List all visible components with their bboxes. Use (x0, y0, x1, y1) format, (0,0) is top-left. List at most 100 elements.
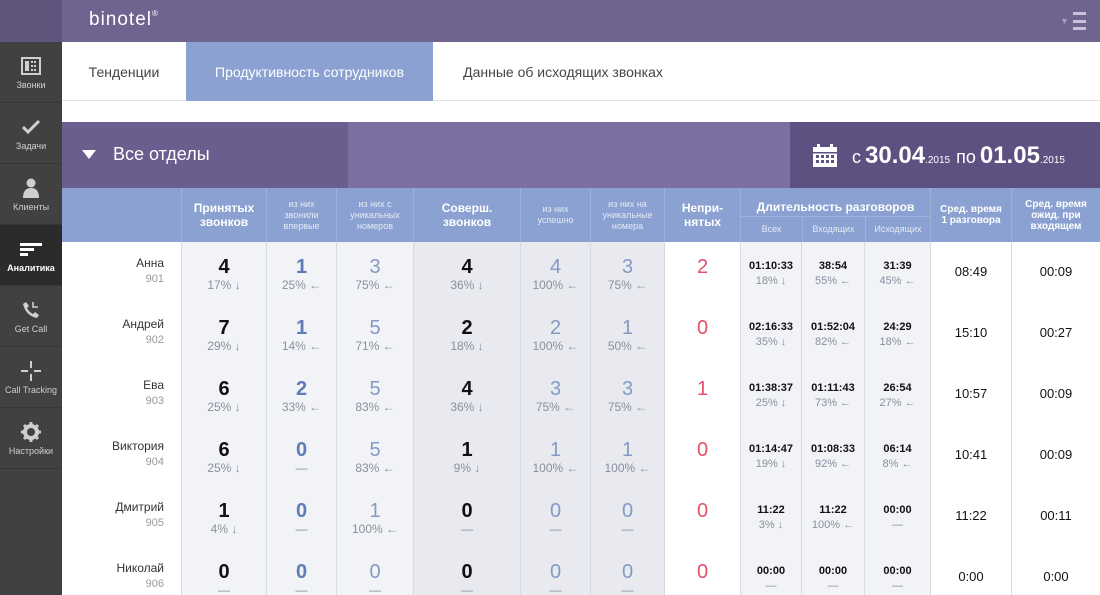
header-divider (802, 216, 803, 242)
muniq-percent: 75% ← (607, 278, 648, 292)
header-divider (865, 216, 866, 242)
header-avg-wait[interactable]: Сред. время ожид. при входящем (1012, 188, 1100, 242)
header-avg-talk[interactable]: Сред. время 1 разговора (931, 188, 1012, 242)
table-row[interactable]: Дмитрий 905 1 4% ↓ 0—1 100% ← 0—0—0—0 11:22 3% ↓… (62, 486, 1100, 547)
header-divider (741, 216, 930, 217)
avg-talk-value: 0:00 (958, 569, 984, 584)
date-to-year: .2015 (1039, 155, 1065, 166)
header-made-success[interactable]: из них успешно (521, 188, 591, 242)
date-from-year: .2015 (925, 155, 951, 166)
header-dur-out[interactable]: Исходящих (865, 224, 931, 234)
muniq-cell: 1 50% ← (591, 303, 665, 364)
header-label: из них на уникальные номера (602, 198, 653, 231)
date-to-word: по (956, 147, 976, 167)
tab-outgoing-calls[interactable]: Данные об исходящих звонках (433, 42, 693, 101)
header-accepted[interactable]: Принятых звонков (182, 188, 267, 242)
sidebar-item-settings[interactable]: Настройки (0, 408, 62, 469)
sidebar-item-label: Задачи (15, 140, 47, 151)
calendar-icon (813, 144, 837, 167)
d_all-cell: 00:00 — (741, 547, 802, 595)
table-row[interactable]: Анна 901 4 17% ↓ 1 25% ← 3 75% ← 4 36% ↓ 4 100% ← 3 7… (62, 242, 1100, 303)
uniq-percent: 71% ← (355, 339, 395, 353)
d_in-percent: 100% ← (811, 519, 855, 531)
d_out-percent: 8% ← (882, 458, 913, 470)
succ-percent: — (549, 522, 562, 536)
d_all-percent: 3% ↓ (758, 519, 784, 531)
d_all-value: 02:16:33 (748, 321, 794, 333)
acc-value: 0 (218, 561, 230, 583)
succ-value: 1 (549, 439, 562, 461)
user-icon (22, 177, 40, 199)
menu-button[interactable]: ▼ (1060, 12, 1086, 30)
first-value: 0 (295, 439, 308, 461)
avg-wait-cell: 00:09 (1012, 425, 1100, 486)
muniq-percent: 50% ← (607, 339, 648, 353)
department-label: Все отделы (113, 144, 210, 164)
succ-cell: 4 100% ← (521, 242, 591, 303)
header-dur-in[interactable]: Входящих (802, 224, 865, 234)
header-dur-all[interactable]: Всех (741, 224, 802, 234)
sidebar-item-clients[interactable]: Клиенты (0, 164, 62, 225)
employee-cell: Ева 903 (62, 364, 182, 425)
sidebar-item-tasks[interactable]: Задачи (0, 103, 62, 164)
d_all-percent: — (765, 580, 777, 592)
header-missed[interactable]: Непри-нятых (665, 188, 741, 242)
tab-trends[interactable]: Тенденции (62, 42, 186, 101)
employee-name: Дмитрий (115, 500, 164, 514)
tab-employee-productivity[interactable]: Продуктивность сотрудников (186, 42, 433, 101)
d_all-cell: 01:38:37 25% ↓ (741, 364, 802, 425)
employee-ext: 906 (145, 578, 164, 590)
d_out-cell: 00:00 — (865, 486, 931, 547)
sidebar-item-analytics[interactable]: Аналитика (0, 225, 62, 286)
header-accepted-unique[interactable]: из них с уникальных номеров (337, 188, 414, 242)
employee-cell: Виктория 904 (62, 425, 182, 486)
logo[interactable]: binotel® (89, 9, 159, 31)
made-value: 0 (461, 500, 473, 522)
d_in-value: 01:08:33 (810, 443, 856, 455)
sidebar-item-calls[interactable]: Звонки (0, 42, 62, 103)
date-to: 01.05 (979, 142, 1040, 169)
department-selector[interactable]: Все отделы (62, 122, 348, 188)
made-cell: 0— (414, 547, 521, 595)
muniq-cell: 3 75% ← (591, 364, 665, 425)
top-bar: binotel® ▼ (0, 0, 1100, 42)
d_out-percent: 45% ← (879, 275, 916, 287)
sidebar-item-call-tracking[interactable]: Call Tracking (0, 347, 62, 408)
employee-ext: 905 (145, 517, 164, 529)
missed-cell: 0 (665, 303, 741, 364)
header-made-unique[interactable]: из них на уникальные номера (591, 188, 665, 242)
avg-wait-cell: 00:11 (1012, 486, 1100, 547)
header-duration: Длительность разговоров Всех Входящих Ис… (741, 188, 931, 242)
table-row[interactable]: Андрей 902 7 29% ↓ 1 14% ← 5 71% ← 2 18% ↓ 2 100% ←… (62, 303, 1100, 364)
d_in-percent: 73% ← (814, 397, 852, 409)
missed-value: 0 (696, 317, 709, 339)
uniq-percent: — (369, 583, 381, 595)
d_in-cell: 11:22 100% ← (802, 486, 865, 547)
table-row[interactable]: Виктория 904 6 25% ↓ 0—5 83% ← 1 9% ↓ 1 100% ← 1 10… (62, 425, 1100, 486)
employee-name: Ева (143, 378, 164, 392)
first-value: 0 (295, 561, 308, 583)
d_all-value: 00:00 (756, 565, 786, 577)
d_all-value: 01:14:47 (748, 443, 794, 455)
avg-wait-value: 0:00 (1043, 569, 1069, 584)
header-accepted-first[interactable]: из них звонили впервые (267, 188, 337, 242)
d_all-value: 01:38:37 (748, 382, 794, 394)
logo-mark: ® (152, 9, 159, 18)
tab-label: Данные об исходящих звонках (463, 64, 663, 80)
date-range-picker[interactable]: с 30.04 .2015 по 01.05 .2015 (790, 122, 1100, 188)
uniq-cell: 5 83% ← (337, 425, 414, 486)
header-duration-title: Длительность разговоров (756, 200, 915, 214)
acc-percent: 29% ↓ (207, 339, 241, 353)
logo-text: binotel (89, 9, 152, 30)
sidebar-item-get-call[interactable]: Get Call (0, 286, 62, 347)
first-value: 2 (295, 378, 308, 400)
table-row[interactable]: Николай 906 0—0—0—0—0—0—0 00:00—00:00—00:00… (62, 547, 1100, 595)
header-made[interactable]: Соверш. звонков (414, 188, 521, 242)
succ-percent: 100% ← (532, 339, 579, 353)
table-row[interactable]: Ева 903 6 25% ↓ 2 33% ← 5 83% ← 4 36% ↓ 3 75% ← 3 75%… (62, 364, 1100, 425)
made-percent: — (461, 583, 473, 595)
d_in-percent: 82% ← (814, 336, 852, 348)
uniq-percent: 83% ← (355, 461, 395, 475)
d_out-value: 00:00 (883, 504, 912, 516)
missed-value: 0 (696, 561, 709, 583)
